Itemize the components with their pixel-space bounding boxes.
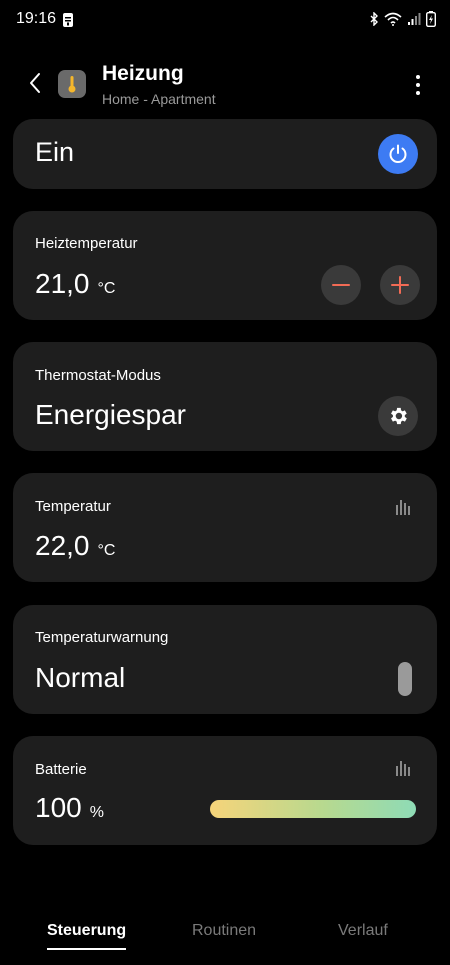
- minus-icon: [332, 284, 350, 286]
- temperature-warning-label: Temperaturwarnung: [35, 629, 169, 646]
- temperature-card[interactable]: Temperatur 22,0 °C: [13, 473, 437, 582]
- heating-temperature-label: Heiztemperatur: [35, 235, 138, 252]
- temperature-value: 22,0 °C: [35, 530, 115, 562]
- gear-icon: [391, 407, 407, 425]
- signal-icon: [408, 13, 421, 25]
- notification-icon: [63, 13, 73, 27]
- thermostat-mode-value: Energiespar: [35, 399, 186, 430]
- battery-number: 100: [35, 792, 82, 823]
- status-icons: [369, 11, 436, 27]
- tab-routinen[interactable]: Routinen: [192, 922, 256, 940]
- temperature-number: 22,0: [35, 530, 90, 561]
- battery-level-bar: [210, 800, 416, 818]
- thermostat-mode-label: Thermostat-Modus: [35, 367, 161, 384]
- heating-temperature-unit: °C: [97, 280, 116, 297]
- power-icon: [389, 144, 407, 163]
- device-icon: [58, 70, 86, 98]
- bar-chart-icon[interactable]: [395, 759, 413, 777]
- plus-icon: [391, 276, 409, 294]
- wifi-icon: [384, 12, 402, 26]
- heating-temperature-value: 21,0 °C: [35, 268, 115, 300]
- battery-unit: %: [89, 804, 104, 821]
- tab-steuerung[interactable]: Steuerung: [47, 922, 127, 950]
- temperature-unit: °C: [97, 542, 116, 559]
- temperature-warning-card: Temperaturwarnung Normal: [13, 605, 437, 714]
- thermometer-icon: [68, 76, 76, 93]
- battery-charging-icon: [426, 11, 436, 27]
- bottom-tab-bar: Steuerung Routinen Verlauf: [0, 918, 450, 958]
- status-bar: 19:16: [0, 0, 450, 40]
- power-card: Ein: [13, 119, 437, 189]
- more-options-button[interactable]: [408, 72, 428, 98]
- temperature-warning-indicator: [398, 662, 412, 696]
- power-state-label: Ein: [35, 137, 75, 167]
- back-button[interactable]: [20, 68, 50, 98]
- status-time: 19:16: [16, 10, 57, 27]
- tab-steuerung-label: Steuerung: [47, 922, 127, 939]
- temperature-label: Temperatur: [35, 498, 111, 515]
- chevron-left-icon: [30, 73, 40, 93]
- page-subtitle: Home - Apartment: [102, 91, 216, 107]
- decrease-temperature-button[interactable]: [321, 265, 361, 305]
- page-title: Heizung: [102, 62, 184, 85]
- more-vertical-icon: [416, 75, 420, 79]
- temperature-warning-value: Normal: [35, 662, 126, 693]
- tab-verlauf-label: Verlauf: [338, 922, 388, 939]
- heating-temperature-number: 21,0: [35, 268, 90, 299]
- battery-value: 100%: [35, 792, 104, 824]
- bar-chart-icon[interactable]: [395, 498, 413, 516]
- heating-temperature-card: Heiztemperatur 21,0 °C: [13, 211, 437, 320]
- tab-verlauf[interactable]: Verlauf: [338, 922, 388, 940]
- thermostat-mode-settings-button[interactable]: [378, 396, 418, 436]
- active-tab-indicator: [47, 948, 127, 950]
- header: Heizung Home - Apartment: [0, 58, 450, 114]
- increase-temperature-button[interactable]: [380, 265, 420, 305]
- thermostat-mode-card: Thermostat-Modus Energiespar: [13, 342, 437, 451]
- battery-label: Batterie: [35, 761, 87, 778]
- bluetooth-icon: [370, 12, 378, 26]
- tab-routinen-label: Routinen: [192, 922, 257, 939]
- battery-card[interactable]: Batterie 100%: [13, 736, 437, 845]
- power-button[interactable]: [378, 134, 418, 174]
